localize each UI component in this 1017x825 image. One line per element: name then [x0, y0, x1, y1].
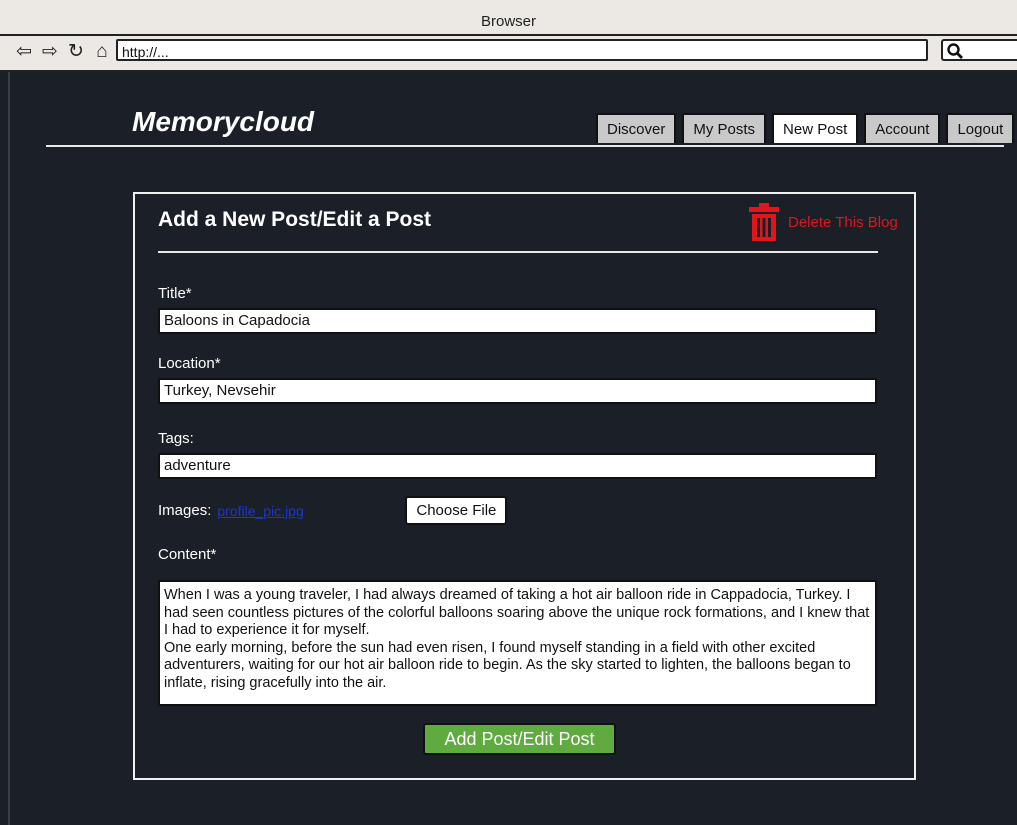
location-input[interactable]: Turkey, Nevsehir: [158, 378, 877, 404]
url-input[interactable]: http://...: [116, 39, 928, 61]
location-label: Location*: [158, 355, 221, 372]
content-label: Content*: [158, 546, 217, 563]
title-label: Title*: [158, 285, 192, 302]
site-logo[interactable]: Memorycloud: [132, 106, 314, 138]
browser-toolbar: ⇦ ⇨ ↻ ⌂ http://...: [0, 36, 1017, 72]
delete-blog-label: Delete This Blog: [788, 213, 898, 231]
search-icon: [947, 43, 963, 59]
add-post-button[interactable]: Add Post/Edit Post: [423, 723, 616, 755]
forward-arrow-icon[interactable]: ⇨: [38, 41, 62, 63]
window-titlebar: Browser: [0, 0, 1017, 36]
tab-logout[interactable]: Logout: [946, 113, 1015, 143]
content-paragraph: One early morning, before the sun had ev…: [164, 639, 851, 691]
tags-input[interactable]: adventure: [158, 453, 877, 479]
images-label: Images:: [158, 502, 212, 519]
window-left-edge: [8, 72, 10, 825]
form-title-divider: [158, 251, 878, 253]
tab-my-posts[interactable]: My Posts: [682, 113, 767, 143]
trash-icon: [749, 203, 779, 241]
content-paragraph: When I was a young traveler, I had alway…: [164, 587, 870, 638]
title-input[interactable]: Baloons in Capadocia: [158, 308, 877, 334]
content-textarea[interactable]: When I was a young traveler, I had alway…: [158, 580, 877, 706]
images-row: Images: profile_pic.jpg Choose File: [158, 496, 508, 525]
home-icon[interactable]: ⌂: [90, 41, 114, 63]
tab-discover[interactable]: Discover: [596, 113, 677, 143]
tab-new-post[interactable]: New Post: [772, 113, 859, 143]
choose-file-button[interactable]: Choose File: [405, 496, 508, 525]
image-file-link[interactable]: profile_pic.jpg: [217, 503, 391, 519]
browser-nav-buttons: ⇦ ⇨ ↻ ⌂: [12, 41, 114, 63]
tab-account[interactable]: Account: [864, 113, 941, 143]
window-title: Browser: [480, 13, 536, 30]
header-divider: [46, 145, 1004, 147]
delete-blog-button[interactable]: Delete This Blog: [748, 203, 898, 241]
browser-search-input[interactable]: [941, 39, 1017, 61]
main-nav-tabs: Discover My Posts New Post Account Logou…: [596, 113, 1015, 143]
form-title: Add a New Post/Edit a Post: [158, 208, 432, 231]
tags-label: Tags:: [158, 430, 194, 447]
reload-icon[interactable]: ↻: [64, 41, 88, 63]
back-arrow-icon[interactable]: ⇦: [12, 41, 36, 63]
